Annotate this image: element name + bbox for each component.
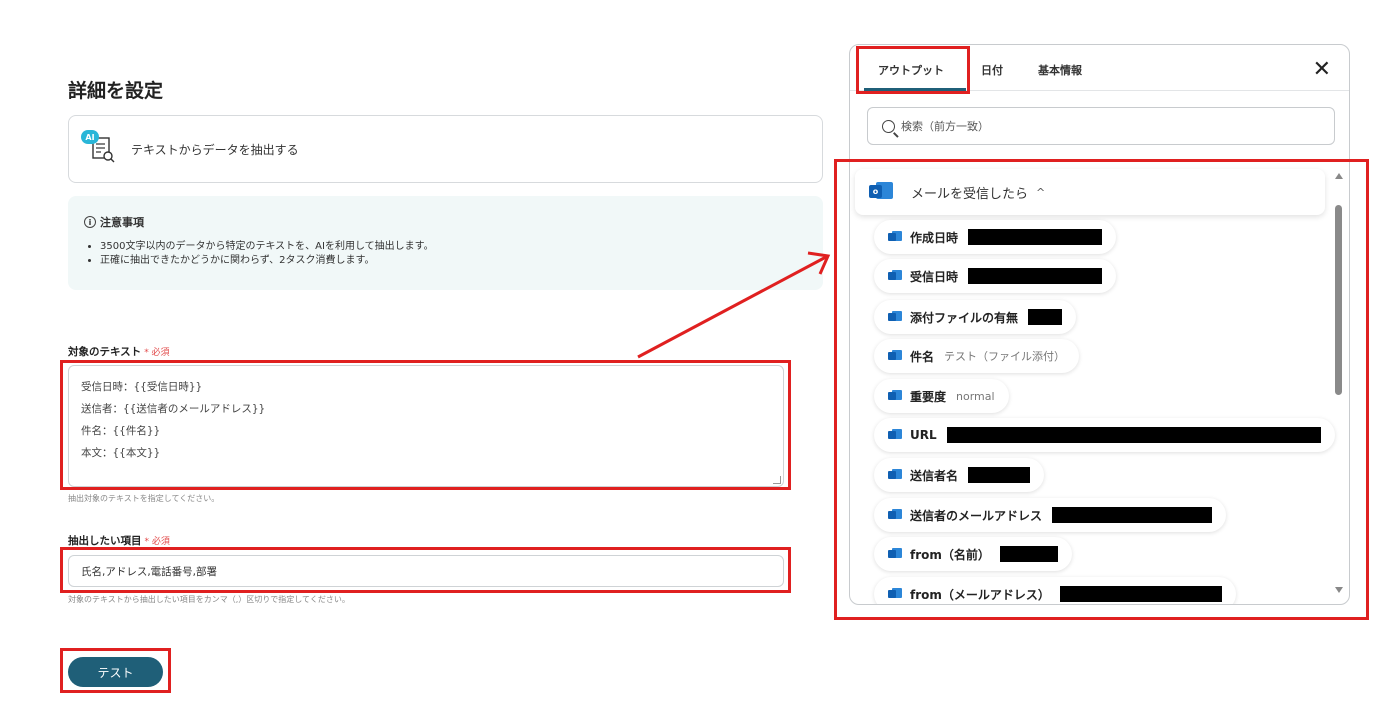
target-text-label-text: 対象のテキスト [68,346,142,358]
item-label: 作成日時 [910,230,959,245]
outlook-icon [888,588,902,600]
output-item-sender-name[interactable]: 送信者名 [874,458,1045,492]
textarea-line: 件名：{{件名}} [81,425,161,437]
scrollbar[interactable] [1334,173,1344,593]
output-item-from-name[interactable]: from（名前） [874,537,1072,571]
redacted-value [968,229,1103,245]
extract-items-label: 抽出したい項目 * 必須 [68,533,170,548]
outlook-icon [888,390,902,402]
tab-output[interactable]: アウトプット [878,62,944,78]
required-badge: * 必須 [144,537,170,547]
item-value: テスト（ファイル添付） [944,350,1066,363]
redacted-value [968,467,1031,483]
outlook-icon [888,231,902,243]
output-item-subject[interactable]: 件名 テスト（ファイル添付） [874,339,1080,373]
chevron-up-icon[interactable]: ^ [1036,186,1045,199]
item-label: URL [910,428,937,442]
notice-title: i 注意事項 [84,214,807,230]
extract-items-label-text: 抽出したい項目 [68,535,142,547]
redacted-value [1059,586,1222,602]
active-tab-indicator [864,88,966,91]
item-value: normal [956,389,995,403]
group-label: メールを受信したら [911,186,1029,202]
close-icon[interactable]: ✕ [1313,57,1331,82]
item-label: 重要度 [910,389,947,404]
item-label: 送信者のメールアドレス [910,508,1043,523]
redacted-value [968,268,1103,284]
item-label: 受信日時 [910,269,959,284]
output-item-url[interactable]: URL [874,418,1335,452]
output-item-has-attachment[interactable]: 添付ファイルの有無 [874,300,1077,334]
outlook-icon [888,350,902,362]
extract-items-input[interactable]: 氏名,アドレス,電話番号,部署 [68,555,784,587]
redacted-value [946,427,1321,443]
textarea-line: 本文：{{本文}} [81,447,161,459]
outlook-icon [888,429,902,441]
tab-date[interactable]: 日付 [981,62,1003,78]
outlook-icon: o [869,182,893,202]
outlook-icon [888,509,902,521]
output-item-importance[interactable]: 重要度 normal [874,379,1009,413]
redacted-value [999,546,1058,562]
tab-basic-info[interactable]: 基本情報 [1038,62,1082,78]
item-label: 送信者名 [910,468,959,483]
action-label: テキストからデータを抽出する [131,142,299,157]
page-title: 詳細を設定 [68,80,164,102]
outlook-icon [888,270,902,282]
output-item-from-email[interactable]: from（メールアドレス） [874,577,1236,604]
notice-title-text: 注意事項 [100,216,144,229]
item-label: 添付ファイルの有無 [910,310,1019,325]
action-card: AI テキストからデータを抽出する [68,115,823,183]
redacted-value [1028,309,1063,325]
scroll-thumb[interactable] [1335,205,1342,395]
redacted-value [1052,507,1213,523]
item-label: from（名前） [910,547,990,562]
textarea-line: 受信日時：{{受信日時}} [81,381,203,393]
required-badge: * 必須 [144,348,170,358]
extract-items-help: 対象のテキストから抽出したい項目をカンマ（,）区切りで指定してください。 [68,595,350,604]
scroll-up-icon[interactable] [1335,173,1343,179]
group-header-mail-received[interactable]: o メールを受信したら ^ [855,169,1325,215]
outlook-icon [888,548,902,560]
output-item-sender-email[interactable]: 送信者のメールアドレス [874,498,1227,532]
outlook-icon [888,469,902,481]
output-item-created-at[interactable]: 作成日時 [874,220,1117,254]
ai-document-icon: AI [81,130,119,168]
textarea-line: 送信者：{{送信者のメールアドレス}} [81,403,266,415]
search-placeholder: 検索（前方一致） [901,120,989,133]
target-text-label: 対象のテキスト * 必須 [68,344,170,359]
output-panel: アウトプット 日付 基本情報 ✕ 検索（前方一致） o メールを受信したら ^ … [849,44,1350,605]
target-text-textarea[interactable]: 受信日時：{{受信日時}} 送信者：{{送信者のメールアドレス}} 件名：{{件… [68,365,784,487]
search-icon [882,119,895,133]
outlook-icon [888,311,902,323]
arrow-icon [637,251,831,359]
resize-handle[interactable] [773,476,781,484]
info-icon: i [84,216,96,228]
search-input[interactable]: 検索（前方一致） [867,107,1335,145]
output-item-received-at[interactable]: 受信日時 [874,259,1117,293]
item-label: 件名 [910,349,935,364]
item-label: from（メールアドレス） [910,587,1050,602]
test-button[interactable]: テスト [68,657,163,687]
ai-badge: AI [81,130,99,144]
target-text-help: 抽出対象のテキストを指定してください。 [68,494,220,503]
panel-tabs: アウトプット 日付 基本情報 ✕ [850,45,1349,91]
scroll-down-icon[interactable] [1335,587,1343,593]
